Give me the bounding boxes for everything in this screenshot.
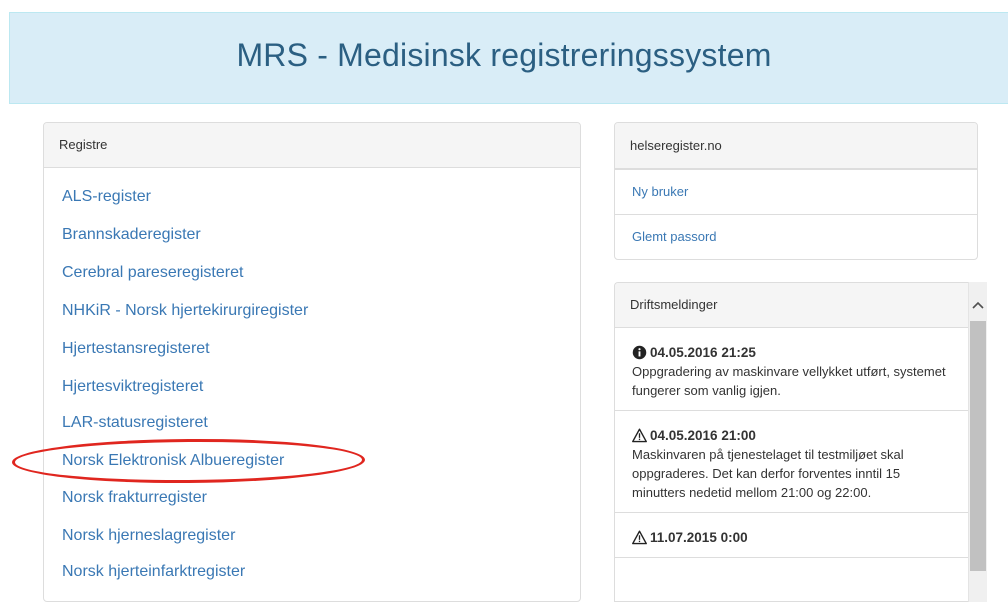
message-text: Oppgradering av maskinvare vellykket utf… xyxy=(632,364,946,398)
header-banner: MRS - Medisinsk registreringssystem xyxy=(9,12,1008,104)
registry-link[interactable]: Hjertestansregisteret xyxy=(62,340,210,358)
registry-link[interactable]: ALS-register xyxy=(62,188,151,206)
registries-panel: Registre ALS-register Brannskaderegister… xyxy=(43,122,581,602)
registry-link[interactable]: Norsk frakturregister xyxy=(62,489,207,507)
warning-triangle-icon xyxy=(632,530,647,545)
registries-heading: Registre xyxy=(44,123,580,168)
scrollbar-thumb[interactable] xyxy=(970,321,986,571)
helseregister-panel: helseregister.no Ny bruker Glemt passord xyxy=(614,122,978,260)
info-circle-icon xyxy=(632,345,647,360)
messages-scrollbar[interactable] xyxy=(968,282,987,602)
forgot-password-link[interactable]: Glemt passord xyxy=(615,214,977,259)
registry-link[interactable]: Cerebral pareseregisteret xyxy=(62,264,243,282)
driftsmeldinger-panel: Driftsmeldinger 04.05.2016 21:25 Oppgrad… xyxy=(614,282,968,602)
registry-link[interactable]: Hjertesviktregisteret xyxy=(62,378,203,396)
warning-triangle-icon xyxy=(632,428,647,443)
registry-link[interactable]: Norsk hjerneslagregister xyxy=(62,527,235,545)
message-timestamp: 11.07.2015 0:00 xyxy=(650,530,748,545)
driftsmeldinger-heading: Driftsmeldinger xyxy=(615,283,968,328)
new-user-link[interactable]: Ny bruker xyxy=(615,169,977,214)
page-title: MRS - Medisinsk registreringssystem xyxy=(236,37,772,73)
registry-link[interactable]: NHKiR - Norsk hjertekirurgiregister xyxy=(62,302,308,320)
registry-link[interactable]: LAR-statusregisteret xyxy=(62,414,208,432)
chevron-up-icon[interactable] xyxy=(969,298,987,314)
message-timestamp: 04.05.2016 21:00 xyxy=(650,428,756,443)
status-message: 11.07.2015 0:00 xyxy=(615,513,968,558)
status-message: 04.05.2016 21:00 Maskinvaren på tjeneste… xyxy=(615,411,968,513)
status-message: 04.05.2016 21:25 Oppgradering av maskinv… xyxy=(615,328,968,411)
message-timestamp: 04.05.2016 21:25 xyxy=(650,345,756,360)
message-text: Maskinvaren på tjenestelaget til testmil… xyxy=(632,447,904,500)
helseregister-heading: helseregister.no xyxy=(615,123,977,169)
registry-link[interactable]: Norsk hjerteinfarktregister xyxy=(62,563,245,581)
registry-link[interactable]: Brannskaderegister xyxy=(62,226,201,244)
